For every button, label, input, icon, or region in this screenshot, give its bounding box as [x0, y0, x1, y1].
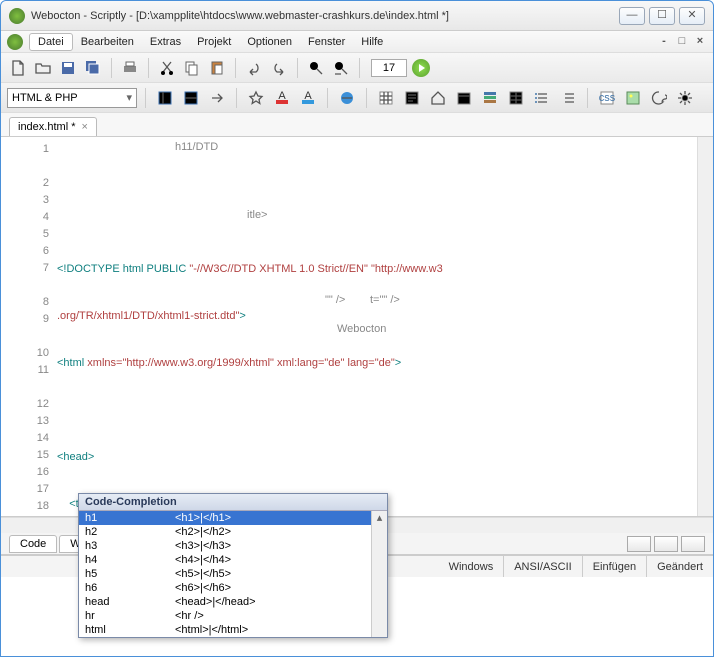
scrollbar-vertical[interactable] [697, 137, 713, 516]
view-mode-1[interactable] [627, 536, 651, 552]
mdi-minimize-icon[interactable]: - [657, 35, 671, 49]
minimize-button[interactable]: — [619, 7, 645, 25]
palette-icon[interactable] [648, 87, 670, 109]
toolbar-main: 17 [1, 53, 713, 83]
menu-hilfe[interactable]: Hilfe [353, 34, 391, 50]
grid-a-icon[interactable] [375, 87, 397, 109]
cc-item-h3[interactable]: h3<h3>|</h3> [79, 539, 371, 553]
panel-toggle-2[interactable] [180, 87, 202, 109]
ghost-text: h11/DTD [175, 141, 218, 153]
app-icon [9, 8, 25, 24]
play-icon [412, 59, 430, 77]
search-button[interactable] [305, 57, 327, 79]
ordered-list-icon[interactable] [557, 87, 579, 109]
browser-ie-button[interactable] [336, 87, 358, 109]
cc-item-h2[interactable]: h2<h2>|</h2> [79, 525, 371, 539]
cc-item-h4[interactable]: h4<h4>|</h4> [79, 553, 371, 567]
menu-projekt[interactable]: Projekt [189, 34, 239, 50]
maximize-button[interactable]: ☐ [649, 7, 675, 25]
copy-button[interactable] [181, 57, 203, 79]
doc-tab-index[interactable]: index.html * × [9, 117, 97, 136]
cut-button[interactable] [156, 57, 178, 79]
status-os: Windows [439, 556, 505, 577]
view-mode-3[interactable] [681, 536, 705, 552]
ghost-text: itle> [247, 209, 268, 221]
code-completion-popup[interactable]: Code-Completion h1<h1>|</h1> h2<h2>|</h2… [78, 493, 388, 638]
status-modified: Geändert [647, 556, 713, 577]
menu-app-icon [7, 34, 23, 50]
cc-list[interactable]: h1<h1>|</h1> h2<h2>|</h2> h3<h3>|</h3> h… [79, 511, 371, 637]
redo-button[interactable] [268, 57, 290, 79]
menu-extras[interactable]: Extras [142, 34, 189, 50]
list-icon[interactable] [531, 87, 553, 109]
view-mode-2[interactable] [654, 536, 678, 552]
menu-optionen[interactable]: Optionen [239, 34, 300, 50]
cc-item-head[interactable]: head<head>|</head> [79, 595, 371, 609]
menu-datei[interactable]: Datei [29, 33, 73, 51]
status-encoding: ANSI/ASCII [504, 556, 582, 577]
css-icon[interactable]: css [596, 87, 618, 109]
line-gutter: 1 23 45 67 8 9 1011 12 1314 1516 1718 [1, 137, 57, 516]
language-mode-select[interactable]: HTML & PHP [7, 88, 137, 108]
paste-button[interactable] [206, 57, 228, 79]
panel-toggle-1[interactable] [154, 87, 176, 109]
svg-text:css: css [599, 92, 615, 104]
cc-title: Code-Completion [79, 494, 387, 511]
window-title: Webocton - Scriptly - [D:\xampplite\htdo… [31, 10, 615, 22]
form-icon[interactable] [401, 87, 423, 109]
ghost-text: Webocton [337, 323, 386, 335]
color-b-button[interactable]: A [297, 87, 319, 109]
toolbar-secondary: HTML & PHP A A css [1, 83, 713, 113]
code-area[interactable]: h11/DTD itle> "" /> t="" /> Webocton <!D… [57, 137, 713, 516]
favorites-button[interactable] [245, 87, 267, 109]
cc-item-hr[interactable]: hr<hr /> [79, 609, 371, 623]
svg-text:A: A [278, 90, 286, 102]
menubar: Datei Bearbeiten Extras Projekt Optionen… [1, 31, 713, 53]
gear-icon[interactable] [674, 87, 696, 109]
cc-item-h1[interactable]: h1<h1>|</h1> [79, 511, 371, 525]
run-button[interactable] [410, 57, 432, 79]
undo-button[interactable] [243, 57, 265, 79]
menu-bearbeiten[interactable]: Bearbeiten [73, 34, 142, 50]
calendar-icon[interactable] [453, 87, 475, 109]
mdi-close-icon[interactable]: × [693, 35, 707, 49]
cc-item-h5[interactable]: h5<h5>|</h5> [79, 567, 371, 581]
close-tab-icon[interactable]: × [81, 121, 87, 133]
save-all-button[interactable] [82, 57, 104, 79]
tab-code[interactable]: Code [9, 535, 57, 553]
save-button[interactable] [57, 57, 79, 79]
editor[interactable]: 1 23 45 67 8 9 1011 12 1314 1516 1718 h1… [1, 137, 713, 517]
new-file-button[interactable] [7, 57, 29, 79]
open-file-button[interactable] [32, 57, 54, 79]
titlebar[interactable]: Webocton - Scriptly - [D:\xampplite\htdo… [1, 1, 713, 31]
close-button[interactable]: ✕ [679, 7, 705, 25]
menu-view-icon[interactable] [479, 87, 501, 109]
cc-item-html[interactable]: html<html>|</html> [79, 623, 371, 637]
app-window: Webocton - Scriptly - [D:\xampplite\htdo… [0, 0, 714, 657]
document-tabs: index.html * × [1, 113, 713, 137]
menu-fenster[interactable]: Fenster [300, 34, 353, 50]
home-icon[interactable] [427, 87, 449, 109]
image-icon[interactable] [622, 87, 644, 109]
ghost-text: t="" /> [370, 294, 400, 306]
table-icon[interactable] [505, 87, 527, 109]
mdi-restore-icon[interactable]: □ [675, 35, 689, 49]
replace-button[interactable] [330, 57, 352, 79]
doc-tab-label: index.html * [18, 121, 75, 133]
color-a-button[interactable]: A [271, 87, 293, 109]
cc-item-h6[interactable]: h6<h6>|</h6> [79, 581, 371, 595]
print-button[interactable] [119, 57, 141, 79]
goto-line-input[interactable]: 17 [371, 59, 407, 77]
cc-scrollbar[interactable] [371, 511, 387, 637]
svg-text:A: A [304, 90, 312, 102]
status-insert-mode: Einfügen [583, 556, 647, 577]
arrow-button[interactable] [206, 87, 228, 109]
ghost-text: "" /> [325, 294, 345, 306]
